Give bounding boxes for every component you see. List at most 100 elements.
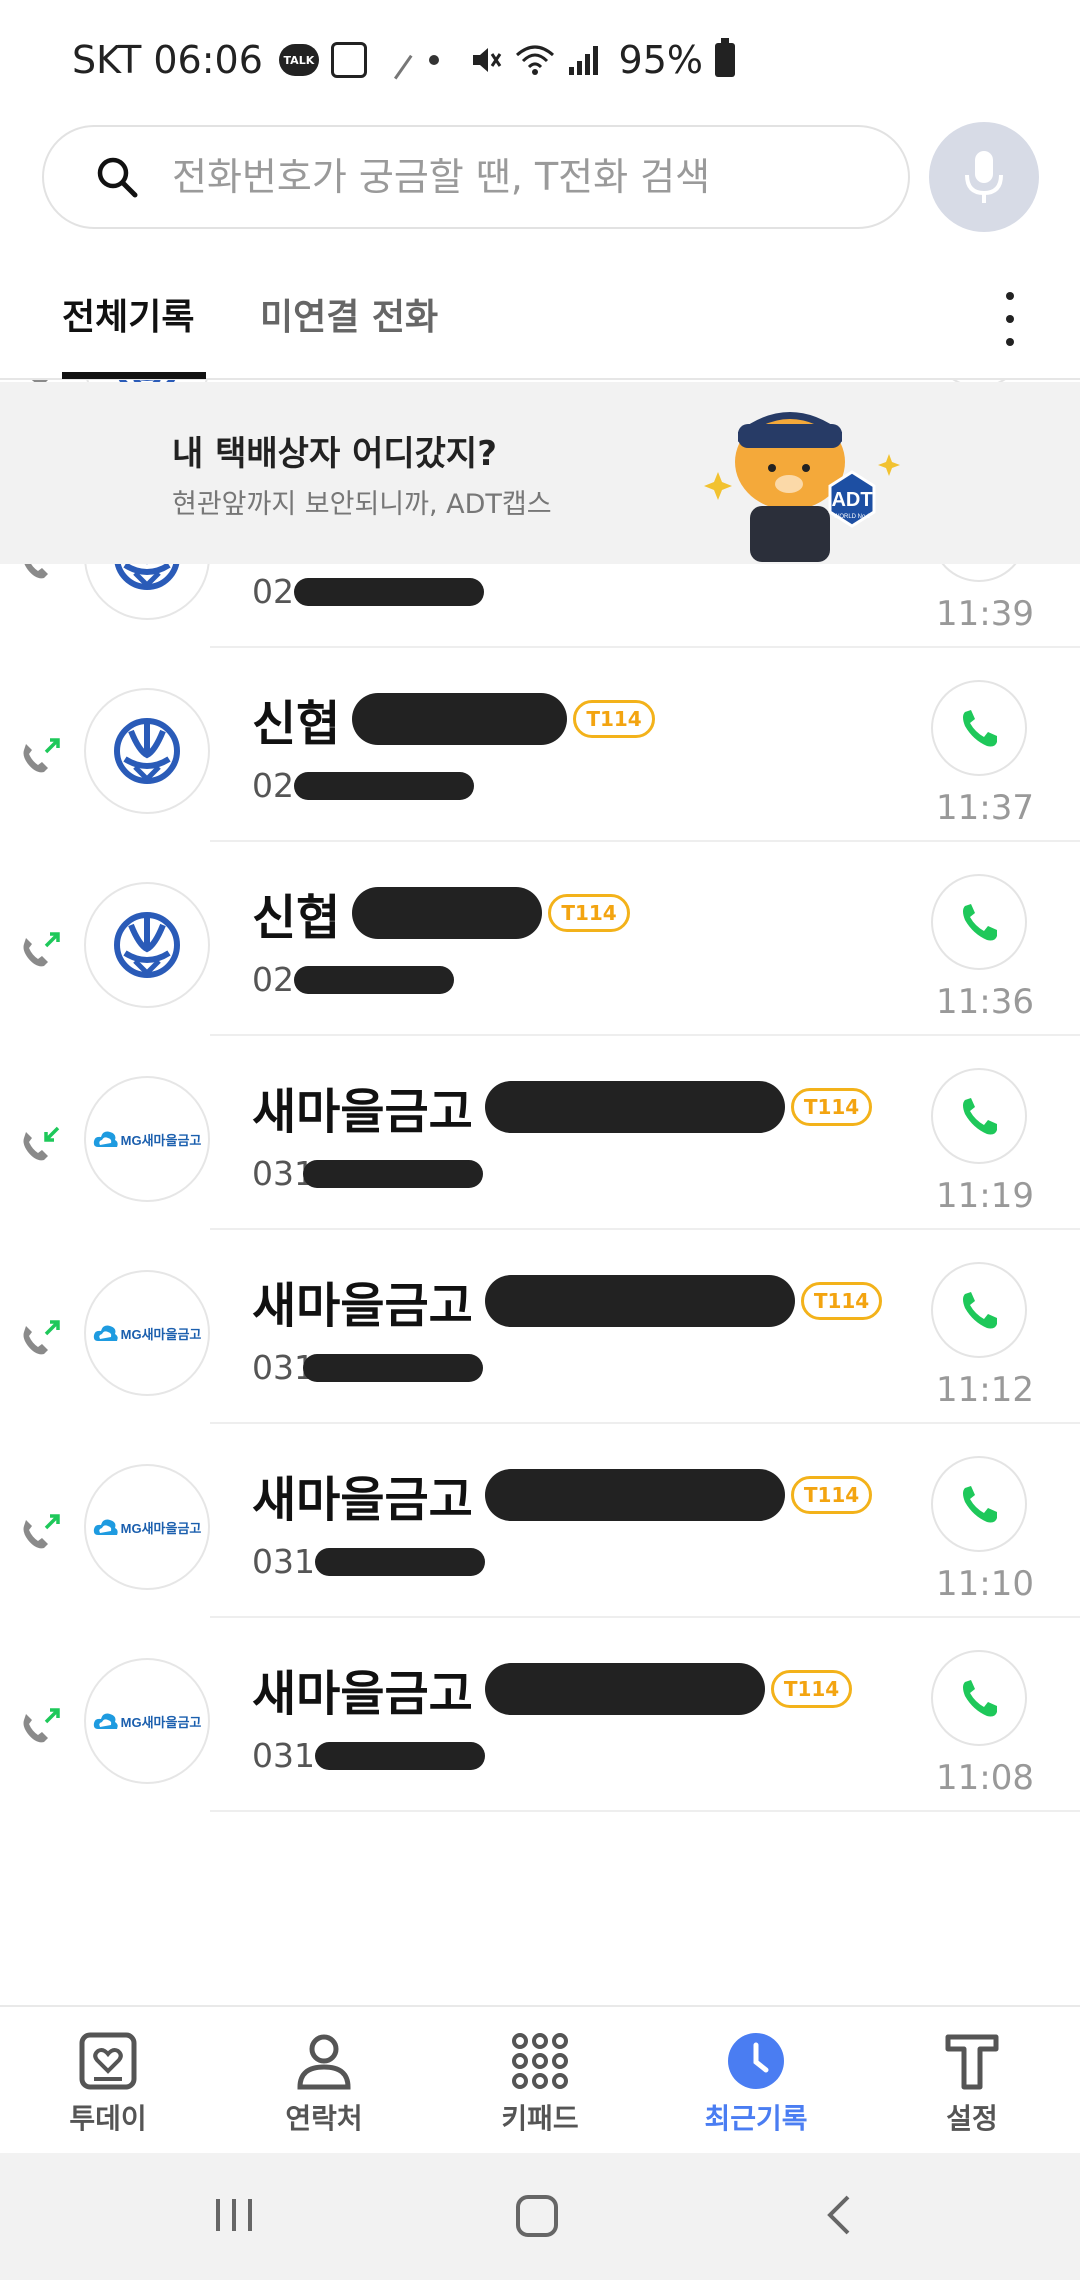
call-back-button[interactable] [931,874,1027,970]
contact-name-line: 새마을금고 T114 [252,1270,883,1334]
call-time: 11:39 [936,594,1034,634]
phone-number-line: 031- [252,1542,485,1581]
phone-icon [963,1680,997,1717]
call-log-row[interactable]: MG새마을금고 새마을금고 T114 031 11:12 [0,1230,1080,1424]
outgoing-call-icon [23,932,60,967]
redacted-name [484,1081,785,1133]
today-icon [79,2032,137,2090]
t114-badge: T114 [548,894,630,932]
mg-cloud-icon [93,1325,118,1341]
phone-icon [963,1098,997,1135]
contacts-icon [297,2034,351,2090]
redacted-name [484,1469,785,1521]
mg-saemaeul-logo: MG새마을금고 [93,1129,201,1149]
contact-name-line: 새마을금고 T114 [252,1464,873,1528]
recent-apps-icon[interactable] [212,2193,256,2237]
phone-icon [963,1486,997,1523]
contact-name: 신협 [252,696,341,752]
back-icon[interactable] [820,2193,860,2237]
nav-settings[interactable]: 설정 [897,2017,1047,2137]
call-log-row[interactable]: 신협 T114 02- 11:37 [0,648,1080,842]
contact-name: 새마을금고 [252,1666,473,1722]
mg-saemaeul-logo: MG새마을금고 [93,1517,201,1537]
active-tab-indicator [62,372,206,379]
contact-avatar [84,882,210,1008]
adt-logo: ADT WORLD No.1 [828,470,876,528]
redacted-number [293,577,484,606]
nav-label: 연락처 [285,2102,363,2135]
contact-avatar: MG새마을금고 [84,1464,210,1590]
call-time: 11:37 [936,788,1034,828]
outgoing-call-icon [23,1514,60,1549]
call-time: 11:10 [936,1564,1034,1604]
outgoing-call-icon [23,1320,60,1355]
call-log-row[interactable]: MG새마을금고 새마을금고 T114 031 11:19 [0,1036,1080,1230]
system-navigation-bar [0,2153,1080,2280]
keypad-icon [512,2033,568,2089]
contact-avatar [84,688,210,814]
contact-name: 새마을금고 [252,1278,473,1334]
phone-number-line: 02- [252,572,484,611]
phone-icon [963,904,997,941]
redacted-number [303,1159,483,1188]
tab-all-records[interactable]: 전체기록 [62,288,194,340]
redacted-number [314,1547,485,1576]
shinhyup-logo-icon [114,718,180,784]
contact-name: 새마을금고 [252,1084,473,1140]
banner-title: 내 택배상자 어디갔지? [172,434,497,474]
contact-name: 신협 [252,890,341,946]
call-log-row[interactable]: MG새마을금고 새마을금고 T114 031- 11:08 [0,1618,1080,1812]
svg-text:ADT: ADT [831,489,872,511]
nav-recent[interactable]: 최근기록 [681,2017,831,2137]
call-time: 11:19 [936,1176,1034,1216]
redacted-name [484,1663,765,1715]
recent-clock-icon [728,2033,784,2089]
nav-keypad[interactable]: 키패드 [465,2017,615,2137]
tab-missed-calls[interactable]: 미연결 전화 [260,288,438,340]
bottom-navigation: 투데이 연락처 키패드 최근기록 설정 [0,2005,1080,2153]
contact-name-line: 새마을금고 T114 [252,1658,853,1722]
call-log-row[interactable]: MG새마을금고 새마을금고 T114 031- 11:10 [0,1424,1080,1618]
call-back-button[interactable] [931,1262,1027,1358]
call-time: 11:36 [936,982,1034,1022]
contact-avatar: MG새마을금고 [84,1270,210,1396]
redacted-name [352,693,568,745]
more-options-icon[interactable] [1002,292,1018,346]
nav-today[interactable]: 투데이 [33,2017,183,2137]
call-back-button[interactable] [931,1650,1027,1746]
call-back-button[interactable] [931,1068,1027,1164]
ad-banner[interactable]: 내 택배상자 어디갔지? 현관앞까지 보안되니까, ADT캡스 ADT WORL… [0,382,1080,564]
call-back-button[interactable] [931,680,1027,776]
home-icon[interactable] [514,2193,560,2239]
call-log-row[interactable]: 신협 T114 02- 11:36 [0,842,1080,1036]
nav-contacts[interactable]: 연락처 [249,2017,399,2137]
contact-name-line: 신협 T114 [252,882,630,946]
t114-badge: T114 [573,700,655,738]
row-divider [210,1810,1080,1812]
nav-label: 설정 [946,2102,998,2135]
call-time: 11:12 [936,1370,1034,1410]
redacted-number [293,771,474,800]
t114-badge: T114 [770,1670,853,1708]
contact-name: 새마을금고 [252,1472,473,1528]
t114-badge: T114 [800,1282,883,1320]
phone-number-line: 031 [252,1348,483,1387]
banner-subtitle: 현관앞까지 보안되니까, ADT캡스 [172,489,552,520]
outgoing-call-icon [23,738,60,773]
mg-saemaeul-logo: MG새마을금고 [93,1323,201,1343]
adt-bear-mascot-icon: ADT WORLD No.1 [704,412,900,562]
svg-text:WORLD No.1: WORLD No.1 [834,514,871,520]
contact-avatar: MG새마을금고 [84,1658,210,1784]
call-time: 11:08 [936,1758,1034,1798]
t114-badge: T114 [790,1476,873,1514]
mg-cloud-icon [93,1131,118,1147]
incoming-call-icon [23,1126,60,1161]
contact-name-line: 새마을금고 T114 [252,1076,873,1140]
redacted-number [314,1741,485,1770]
phone-number-line: 02- [252,766,474,805]
phone-number-line: 031 [252,1154,483,1193]
call-back-button[interactable] [931,1456,1027,1552]
redacted-number [293,965,454,994]
phone-icon [963,710,997,747]
outgoing-call-icon [23,1708,60,1743]
